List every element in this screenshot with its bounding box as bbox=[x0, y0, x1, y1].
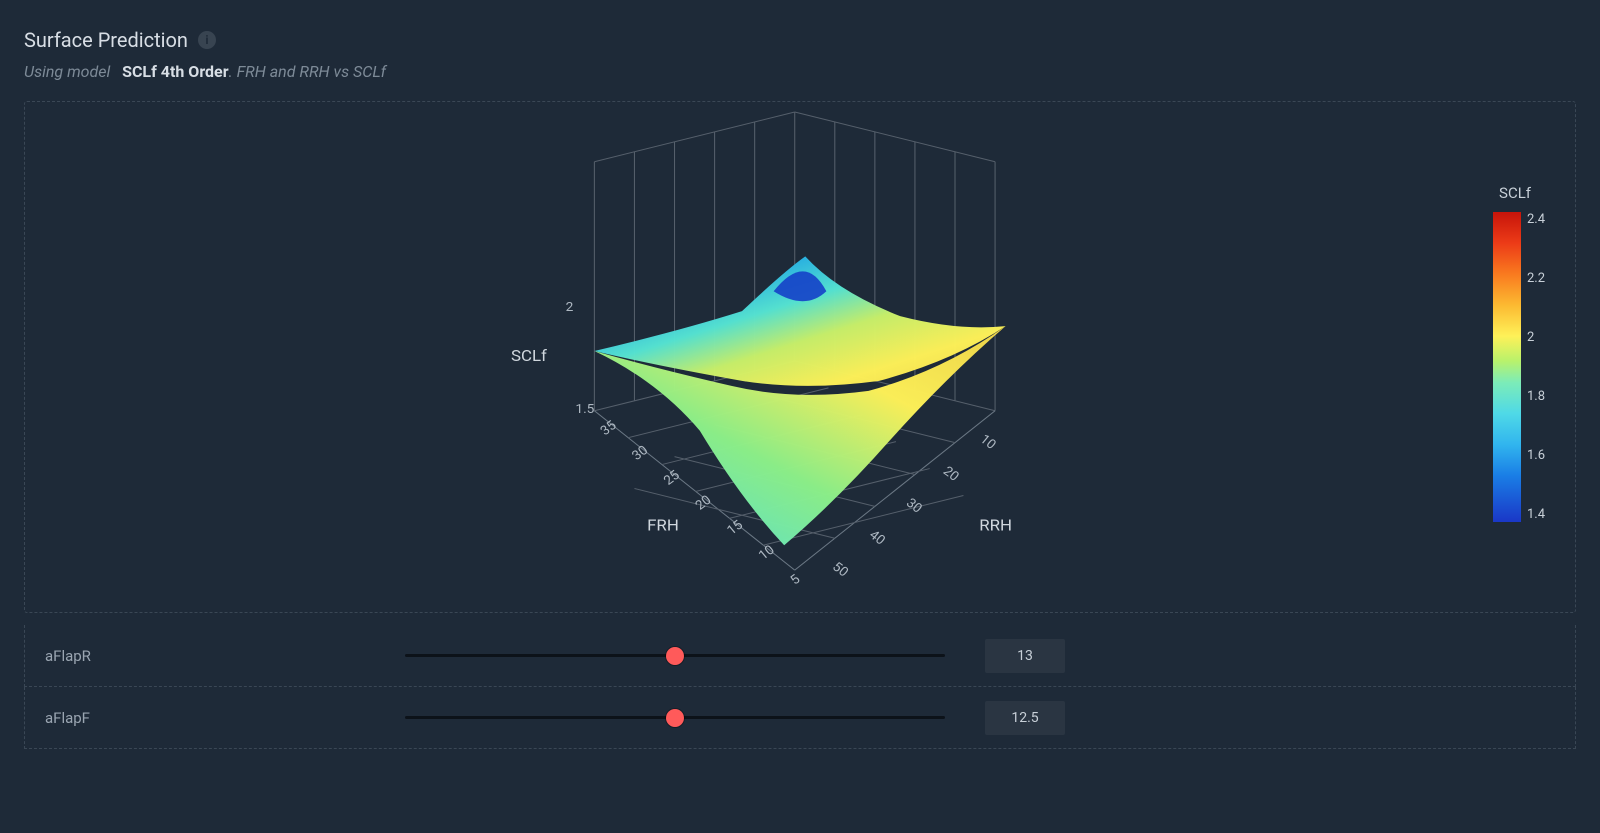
panel-title: Surface Prediction bbox=[24, 28, 188, 52]
frh-tick: 10 bbox=[756, 543, 778, 563]
colorbar-tick: 1.6 bbox=[1527, 448, 1545, 463]
subtitle-prefix: Using model bbox=[24, 62, 110, 81]
slider-thumb[interactable] bbox=[666, 647, 684, 665]
slider-value-aFlapF[interactable]: 12.5 bbox=[985, 701, 1065, 735]
slider-value-aFlapR[interactable]: 13 bbox=[985, 639, 1065, 673]
slider-row-aFlapF: aFlapF 12.5 bbox=[24, 687, 1576, 749]
frh-tick: 30 bbox=[630, 443, 652, 463]
info-icon[interactable]: i bbox=[198, 31, 216, 49]
slider-row-aFlapR: aFlapR 13 bbox=[24, 625, 1576, 687]
rrh-tick: 40 bbox=[866, 528, 888, 548]
z-axis-label: SCLf bbox=[511, 347, 547, 365]
rrh-tick: 10 bbox=[977, 432, 999, 452]
frh-tick: 25 bbox=[661, 468, 683, 488]
frh-tick: 35 bbox=[598, 418, 620, 438]
colorbar-title: SCLf bbox=[1499, 184, 1531, 202]
x-axis-label: FRH bbox=[647, 517, 679, 535]
slider-aFlapR[interactable] bbox=[405, 646, 945, 666]
colorbar-tick: 2.2 bbox=[1527, 271, 1545, 286]
slider-label: aFlapR bbox=[45, 647, 405, 665]
colorbar-tick: 1.8 bbox=[1527, 389, 1545, 404]
z-tick: 2 bbox=[566, 300, 574, 315]
surface-chart[interactable]: 2 1.5 SCLf 35 30 25 20 15 10 5 FRH 10 20… bbox=[24, 101, 1576, 613]
slider-thumb[interactable] bbox=[666, 709, 684, 727]
colorbar-tick: 2 bbox=[1527, 330, 1545, 345]
rrh-tick: 20 bbox=[940, 464, 962, 484]
rrh-tick: 30 bbox=[903, 496, 925, 516]
frh-tick: 5 bbox=[788, 572, 804, 588]
colorbar-tick: 1.4 bbox=[1527, 507, 1545, 522]
frh-tick: 20 bbox=[693, 493, 715, 513]
colorbar-tick: 2.4 bbox=[1527, 212, 1545, 227]
slider-label: aFlapF bbox=[45, 709, 405, 727]
panel-subtitle: Using model SCLf 4th Order. FRH and RRH … bbox=[24, 62, 1576, 81]
y-axis-label: RRH bbox=[979, 517, 1012, 535]
rrh-tick: 50 bbox=[829, 560, 851, 580]
slider-aFlapF[interactable] bbox=[405, 708, 945, 728]
model-name: SCLf 4th Order bbox=[122, 62, 228, 81]
z-tick: 1.5 bbox=[575, 402, 594, 417]
subtitle-suffix: . FRH and RRH vs SCLf bbox=[229, 62, 387, 81]
colorbar: 2.4 2.2 2 1.8 1.6 1.4 bbox=[1493, 212, 1521, 522]
frh-tick: 15 bbox=[725, 518, 747, 538]
